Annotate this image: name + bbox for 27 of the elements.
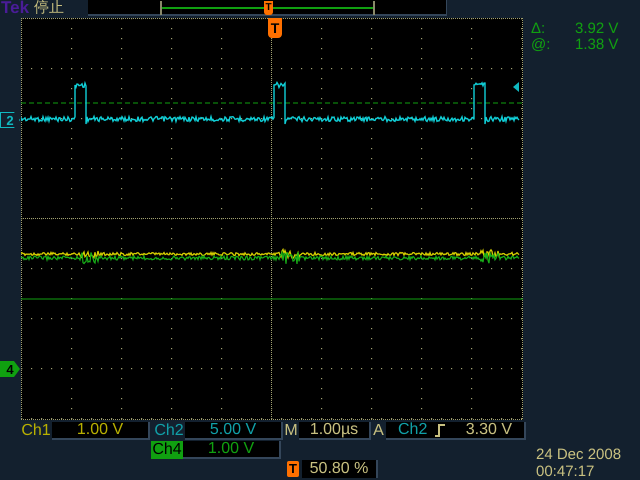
trigger-marker: T (268, 18, 282, 38)
readout-value: 1.38 V (575, 36, 618, 52)
channel-scale: 1.00 V (183, 441, 281, 459)
channel-scale: 5.00 V (185, 422, 283, 440)
readout-label: @: (531, 36, 552, 52)
trigger-marker: T (264, 1, 273, 15)
date: 24 Dec 2008 (536, 446, 622, 463)
channel-marker[interactable]: 4 (0, 361, 20, 377)
trigger-position-icon: T (287, 461, 299, 477)
trigger-level: 3.30 V (466, 422, 512, 438)
readout-value: 3.92 V (575, 20, 618, 36)
channel-label[interactable]: Ch4 (151, 441, 183, 459)
trigger-position: 50.80 % (302, 460, 378, 478)
trigger-level-icon (513, 82, 519, 92)
channel-scale: 1.00 V (52, 422, 150, 440)
readout-label: Δ: (531, 20, 546, 36)
channel-label[interactable]: Ch1 (20, 422, 52, 440)
time: 00:47:17 (536, 463, 596, 480)
rising-edge-icon (435, 424, 446, 436)
timebase-value: 1.00µs (299, 422, 371, 440)
timebase-label: M (283, 423, 299, 439)
channel-marker[interactable]: 2 (0, 112, 20, 128)
channel-label[interactable]: Ch2 (153, 422, 185, 440)
acquisition-status: 停止 (34, 0, 64, 16)
brand-logo: Tek (0, 0, 30, 16)
trigger-mode: A (372, 423, 385, 439)
trigger-source: Ch2 (398, 422, 428, 438)
